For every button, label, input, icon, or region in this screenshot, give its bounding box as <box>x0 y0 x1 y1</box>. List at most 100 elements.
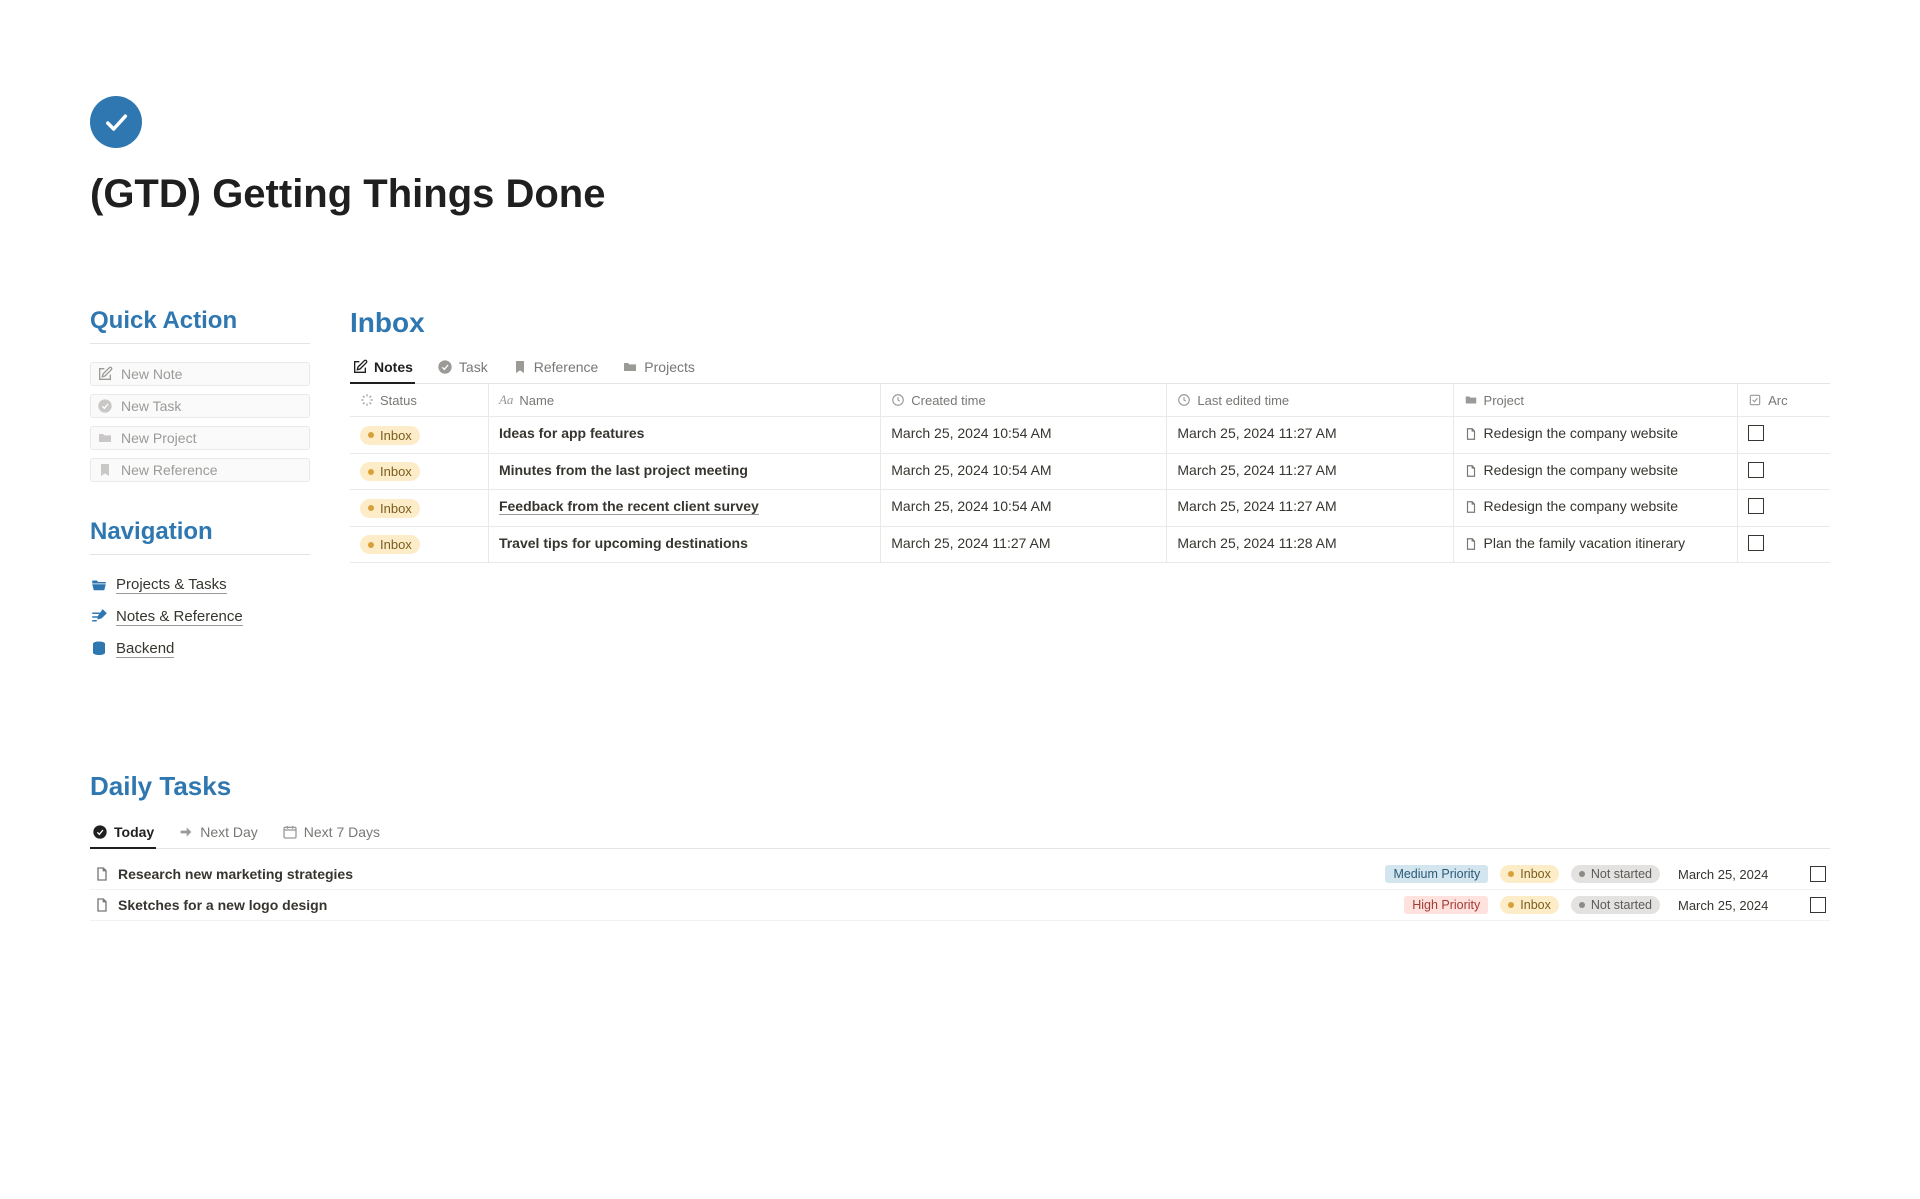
check-circle-icon <box>437 359 453 375</box>
task-date: March 25, 2024 <box>1678 867 1788 882</box>
th-created[interactable]: Created time <box>881 384 1167 417</box>
task-checkbox[interactable] <box>1810 866 1826 882</box>
divider <box>90 343 310 344</box>
priority-chip: High Priority <box>1404 896 1488 914</box>
nav-backend[interactable]: Backend <box>90 637 310 661</box>
table-row[interactable]: Inbox Travel tips for upcoming destinatio… <box>350 526 1830 563</box>
file-icon <box>1464 427 1478 441</box>
file-icon <box>1464 537 1478 551</box>
quick-action-new-reference[interactable]: New Reference <box>90 458 310 482</box>
quick-action-label: New Note <box>121 366 182 382</box>
tab-label: Projects <box>644 359 695 375</box>
folder-open-icon <box>90 576 108 594</box>
row-project[interactable]: Redesign the company website <box>1464 425 1728 441</box>
task-checkbox[interactable] <box>1810 897 1826 913</box>
quick-action-label: New Reference <box>121 462 218 478</box>
page-title: (GTD) Getting Things Done <box>90 172 1830 217</box>
clock-icon <box>891 393 905 407</box>
th-status[interactable]: Status <box>350 384 488 417</box>
task-row[interactable]: Research new marketing strategiesMedium … <box>90 859 1830 890</box>
status-pill: Inbox <box>360 535 420 554</box>
task-title: Sketches for a new logo design <box>118 897 1404 913</box>
tab-notes[interactable]: Notes <box>350 353 415 383</box>
tab-label: Notes <box>374 359 413 375</box>
forward-icon <box>178 824 194 840</box>
folder-icon <box>1464 393 1478 407</box>
th-name[interactable]: AaName <box>488 384 880 417</box>
row-name[interactable]: Travel tips for upcoming destinations <box>499 535 748 551</box>
inbox-heading: Inbox <box>350 307 1830 339</box>
table-row[interactable]: Inbox Ideas for app features March 25, 202… <box>350 417 1830 454</box>
th-project[interactable]: Project <box>1453 384 1738 417</box>
file-icon <box>1464 464 1478 478</box>
tab-label: Reference <box>534 359 599 375</box>
row-edited: March 25, 2024 11:28 AM <box>1167 526 1453 563</box>
dtab-label: Today <box>114 824 154 840</box>
task-row[interactable]: Sketches for a new logo designHigh Prior… <box>90 890 1830 921</box>
nav-label: Projects & Tasks <box>116 576 227 594</box>
checkbox-icon <box>1748 393 1762 407</box>
folder-icon <box>622 359 638 375</box>
quick-action-new-task[interactable]: New Task <box>90 394 310 418</box>
row-checkbox[interactable] <box>1748 462 1764 478</box>
tab-projects[interactable]: Projects <box>620 353 697 383</box>
th-arc[interactable]: Arc <box>1738 384 1830 417</box>
database-icon <box>90 640 108 658</box>
row-name[interactable]: Minutes from the last project meeting <box>499 462 748 478</box>
nav-label: Backend <box>116 640 174 658</box>
dtab-today[interactable]: Today <box>90 818 156 848</box>
row-project[interactable]: Redesign the company website <box>1464 462 1728 478</box>
progress-chip: Not started <box>1571 896 1660 914</box>
row-created: March 25, 2024 10:54 AM <box>881 453 1167 490</box>
row-edited: March 25, 2024 11:27 AM <box>1167 490 1453 527</box>
divider <box>90 554 310 555</box>
row-created: March 25, 2024 10:54 AM <box>881 490 1167 527</box>
status-pill: Inbox <box>360 426 420 445</box>
edit-icon <box>97 366 113 382</box>
page-icon <box>90 96 142 148</box>
dtab-next-day[interactable]: Next Day <box>176 818 260 848</box>
priority-chip: Medium Priority <box>1385 865 1488 883</box>
progress-chip: Not started <box>1571 865 1660 883</box>
th-edited[interactable]: Last edited time <box>1167 384 1453 417</box>
dtab-label: Next Day <box>200 824 258 840</box>
quick-action-new-project[interactable]: New Project <box>90 426 310 450</box>
check-circle-icon <box>97 398 113 414</box>
row-checkbox[interactable] <box>1748 425 1764 441</box>
dtab-next-7-days[interactable]: Next 7 Days <box>280 818 382 848</box>
nav-projects-tasks[interactable]: Projects & Tasks <box>90 573 310 597</box>
status-chip: Inbox <box>1500 865 1559 883</box>
row-project[interactable]: Plan the family vacation itinerary <box>1464 535 1728 551</box>
row-name[interactable]: Feedback from the recent client survey <box>499 498 759 515</box>
folder-icon <box>97 430 113 446</box>
row-name[interactable]: Ideas for app features <box>499 425 645 441</box>
check-circle-icon <box>92 824 108 840</box>
navigation-heading: Navigation <box>90 518 310 546</box>
inbox-table: Status AaName Created time Last edited t… <box>350 384 1830 563</box>
edit-icon <box>352 359 368 375</box>
calendar-icon <box>282 824 298 840</box>
tab-task[interactable]: Task <box>435 353 490 383</box>
quick-action-new-note[interactable]: New Note <box>90 362 310 386</box>
task-title: Research new marketing strategies <box>118 866 1385 882</box>
nav-label: Notes & Reference <box>116 608 243 626</box>
table-row[interactable]: Inbox Minutes from the last project meeti… <box>350 453 1830 490</box>
tab-label: Task <box>459 359 488 375</box>
dtab-label: Next 7 Days <box>304 824 380 840</box>
status-pill: Inbox <box>360 462 420 481</box>
loader-icon <box>360 393 374 407</box>
quick-action-label: New Task <box>121 398 181 414</box>
file-icon <box>94 866 110 882</box>
daily-tasks-heading: Daily Tasks <box>90 771 1830 802</box>
nav-notes-reference[interactable]: Notes & Reference <box>90 605 310 629</box>
clock-icon <box>1177 393 1191 407</box>
tab-reference[interactable]: Reference <box>510 353 601 383</box>
row-checkbox[interactable] <box>1748 498 1764 514</box>
row-checkbox[interactable] <box>1748 535 1764 551</box>
pencil-list-icon <box>90 608 108 626</box>
row-created: March 25, 2024 11:27 AM <box>881 526 1167 563</box>
table-row[interactable]: InboxFeedback from the recent client sur… <box>350 490 1830 527</box>
task-date: March 25, 2024 <box>1678 898 1788 913</box>
row-edited: March 25, 2024 11:27 AM <box>1167 417 1453 454</box>
row-project[interactable]: Redesign the company website <box>1464 498 1728 514</box>
